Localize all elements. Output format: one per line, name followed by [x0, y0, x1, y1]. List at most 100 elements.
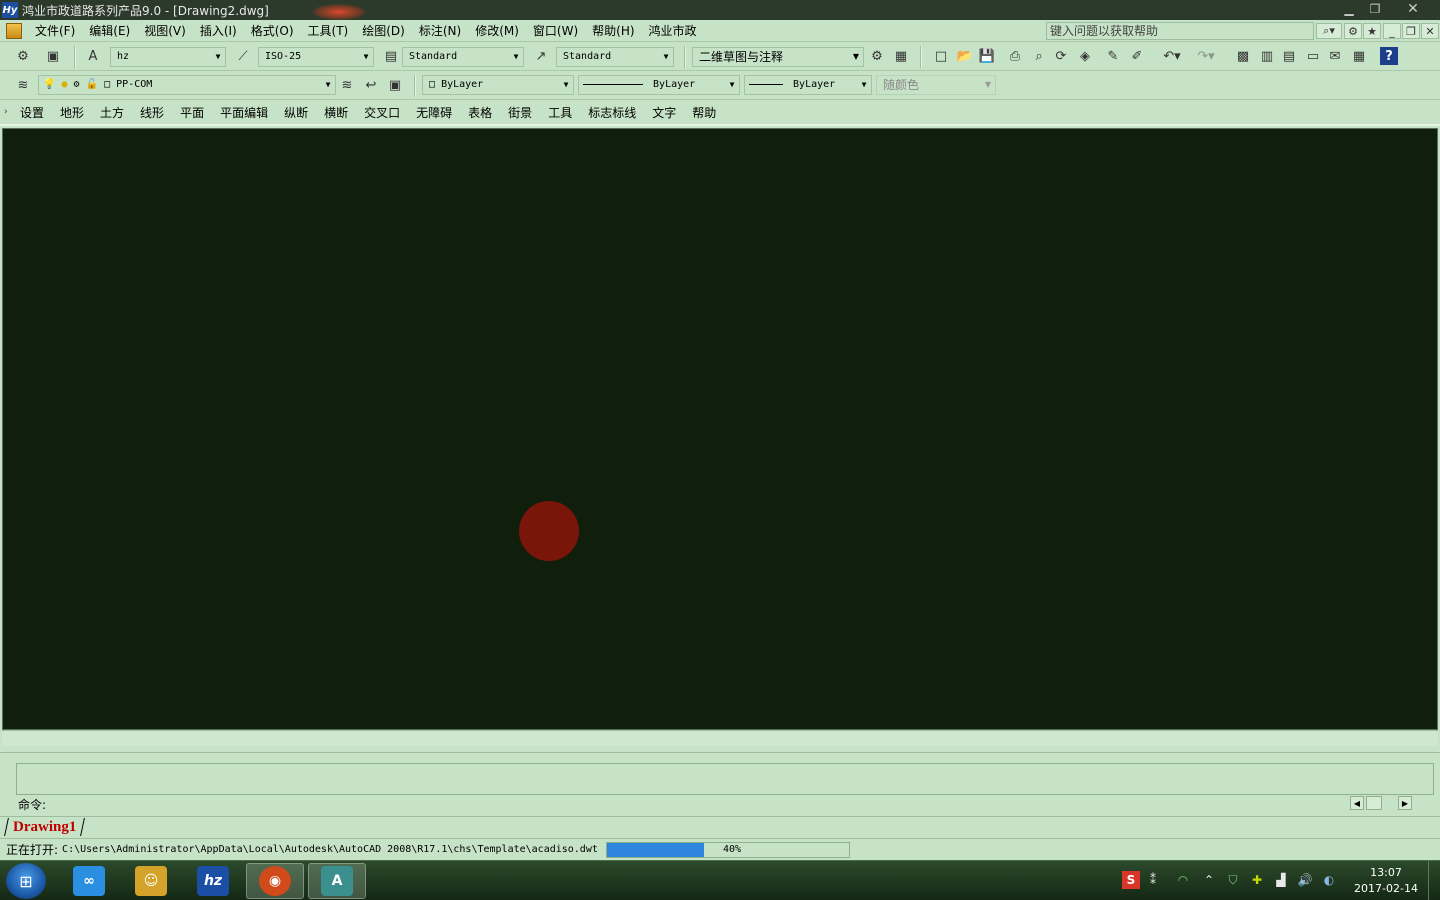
color-select[interactable]: □ ByLayer ▼: [422, 75, 574, 95]
chevron-down-icon[interactable]: ▼: [211, 48, 225, 66]
layer-states-icon[interactable]: ▣: [386, 76, 404, 94]
menu-help[interactable]: 帮助(H): [585, 21, 641, 41]
plot-preview-icon[interactable]: ⌕: [1030, 47, 1048, 65]
chevron-down-icon[interactable]: ▼: [849, 48, 863, 66]
scroll-thumb[interactable]: [1366, 796, 1382, 810]
menu2-terrain[interactable]: 地形: [52, 104, 92, 121]
undo-icon[interactable]: ↶▾: [1158, 47, 1186, 65]
menu2-plan-edit[interactable]: 平面编辑: [212, 104, 276, 121]
grip-icon[interactable]: ›: [4, 107, 12, 117]
ninja-icon[interactable]: ◉: [246, 863, 304, 899]
menu2-text[interactable]: 文字: [644, 104, 684, 121]
chevron-down-icon[interactable]: ▼: [857, 76, 871, 94]
favorites-icon[interactable]: ★: [1363, 23, 1381, 39]
hy-app-icon[interactable]: Hy: [2, 2, 18, 18]
properties-icon[interactable]: ▥: [1258, 47, 1276, 65]
mleader-style-select[interactable]: Standard ▼: [556, 47, 674, 67]
weather-icon[interactable]: ◐: [1320, 871, 1338, 889]
menu-insert[interactable]: 插入(I): [193, 21, 244, 41]
menu2-earthwork[interactable]: 土方: [92, 104, 132, 121]
menu2-tools[interactable]: 工具: [540, 104, 580, 121]
clock[interactable]: 13:07 2017-02-14: [1350, 865, 1422, 897]
menu-dimension[interactable]: 标注(N): [412, 21, 468, 41]
text-style-select[interactable]: hz ▼: [110, 47, 226, 67]
volume-icon[interactable]: 🔊: [1296, 871, 1314, 889]
search-icon[interactable]: ⌕▾: [1316, 23, 1342, 39]
game-icon[interactable]: ☺: [122, 863, 180, 899]
tab-drawing1[interactable]: Drawing1: [4, 818, 86, 836]
dim-style-select[interactable]: ISO-25 ▼: [258, 47, 374, 67]
new-file-icon[interactable]: □: [932, 47, 950, 65]
menu-window[interactable]: 窗口(W): [526, 21, 585, 41]
layer-manager-icon[interactable]: ≋: [14, 76, 32, 94]
network-signal-icon[interactable]: ▟: [1272, 871, 1290, 889]
chevron-down-icon[interactable]: ▼: [559, 76, 573, 94]
menu-modify[interactable]: 修改(M): [468, 21, 526, 41]
save-icon[interactable]: 💾: [978, 47, 996, 65]
wifi-icon[interactable]: ◠: [1174, 871, 1192, 889]
menu-draw[interactable]: 绘图(D): [355, 21, 412, 41]
print-icon[interactable]: ⎙: [1006, 47, 1024, 65]
chevron-down-icon[interactable]: ▼: [509, 48, 523, 66]
chevron-down-icon[interactable]: ▼: [659, 48, 673, 66]
doc-restore-icon[interactable]: ❐: [1402, 23, 1420, 39]
table-style-icon[interactable]: ▤: [382, 47, 400, 65]
menu2-alignment[interactable]: 线形: [132, 104, 172, 121]
workspace-save-icon[interactable]: ▦: [892, 47, 910, 65]
chevron-down-icon[interactable]: ▼: [359, 48, 373, 66]
security-shield-icon[interactable]: ⛉: [1224, 871, 1242, 889]
restore-icon[interactable]: ❐: [1362, 0, 1388, 18]
menu2-accessibility[interactable]: 无障碍: [408, 104, 460, 121]
menu2-help[interactable]: 帮助: [684, 104, 724, 121]
command-history[interactable]: [16, 763, 1434, 795]
autocad-icon[interactable]: A: [308, 863, 366, 899]
doc-close-icon[interactable]: ✕: [1421, 23, 1439, 39]
publish-icon[interactable]: ⟳: [1052, 47, 1070, 65]
table-style-select[interactable]: Standard ▼: [402, 47, 524, 67]
menu2-profile[interactable]: 纵断: [276, 104, 316, 121]
layer-select[interactable]: 💡 ● ⚙ 🔓 □ PP-COM ▼: [38, 75, 336, 95]
close-icon[interactable]: ✕: [1390, 0, 1436, 18]
menu2-plan[interactable]: 平面: [172, 104, 212, 121]
menu-format[interactable]: 格式(O): [244, 21, 301, 41]
menu2-streetscape[interactable]: 街景: [500, 104, 540, 121]
scroll-right-icon[interactable]: ▶: [1398, 796, 1412, 810]
markup-icon[interactable]: ✉: [1326, 47, 1344, 65]
mleader-style-icon[interactable]: ↗: [532, 47, 550, 65]
menu-edit[interactable]: 编辑(E): [82, 21, 137, 41]
lightbulb-icon[interactable]: 💡: [43, 79, 55, 90]
menu-file[interactable]: 文件(F): [28, 21, 82, 41]
workspace-select[interactable]: 二维草图与注释 ▼: [692, 47, 864, 67]
menu-hongye[interactable]: 鸿业市政: [642, 21, 704, 41]
scroll-left-icon[interactable]: ◀: [1350, 796, 1364, 810]
help-search-input[interactable]: 键入问题以获取帮助: [1046, 22, 1314, 40]
freeze-viewport-icon[interactable]: ⚙: [74, 79, 80, 90]
linetype-select[interactable]: ByLayer ▼: [578, 75, 740, 95]
sogou-ime-icon[interactable]: S: [1122, 871, 1140, 889]
lock-icon[interactable]: 🔓: [86, 79, 98, 90]
security-plus-icon[interactable]: ✚: [1248, 871, 1266, 889]
menu2-settings[interactable]: 设置: [12, 104, 52, 121]
chevron-down-icon[interactable]: ▼: [321, 76, 335, 94]
block-editor-icon[interactable]: ✐: [1128, 47, 1146, 65]
workspace-settings-icon[interactable]: ⚙: [868, 47, 886, 65]
document-icon[interactable]: [6, 22, 22, 39]
text-style-icon[interactable]: A: [84, 47, 102, 65]
dim-style-icon[interactable]: ⟋: [234, 47, 252, 65]
design-center-icon[interactable]: ▩: [1234, 47, 1252, 65]
lineweight-select[interactable]: ByLayer ▼: [744, 75, 872, 95]
hy-settings-icon[interactable]: ⚙: [14, 47, 32, 65]
menu2-tables[interactable]: 表格: [460, 104, 500, 121]
menu-tools[interactable]: 工具(T): [301, 21, 356, 41]
drawing-canvas[interactable]: [2, 128, 1438, 730]
redo-icon[interactable]: ↷▾: [1192, 47, 1220, 65]
match-properties-icon[interactable]: ✎: [1104, 47, 1122, 65]
command-prompt[interactable]: 命令:: [18, 796, 46, 813]
communication-center-icon[interactable]: ⚙: [1344, 23, 1362, 39]
hongye-szicon[interactable]: hz: [184, 863, 242, 899]
sheet-set-icon[interactable]: ▭: [1304, 47, 1322, 65]
doc-minimize-icon[interactable]: _: [1383, 23, 1401, 39]
menu-view[interactable]: 视图(V): [137, 21, 193, 41]
tool-palettes-icon[interactable]: ▤: [1280, 47, 1298, 65]
tray-expand-icon[interactable]: ⌃: [1200, 871, 1218, 889]
